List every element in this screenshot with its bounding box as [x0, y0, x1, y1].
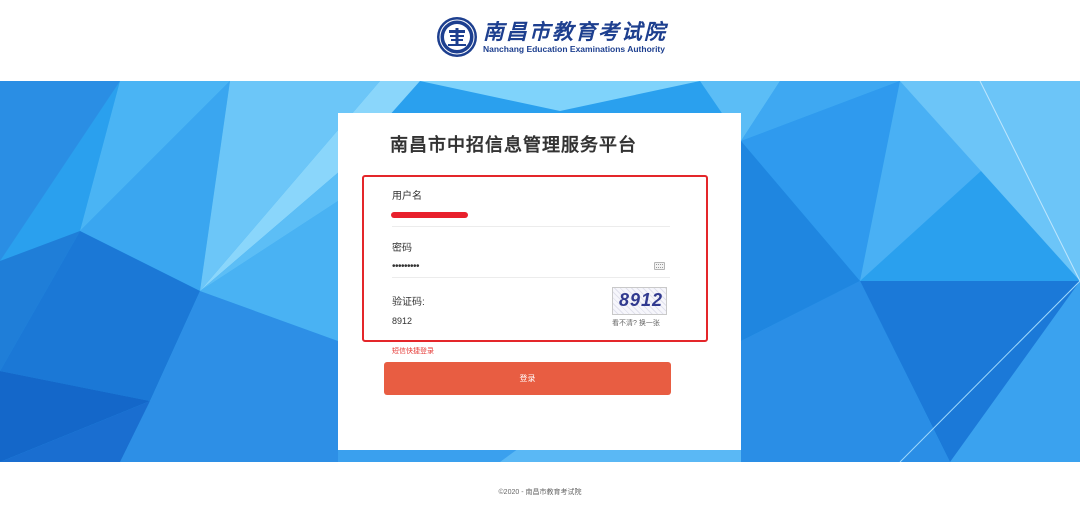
captcha-image-text: 8912 — [619, 290, 664, 310]
logo: 南昌市教育考试院 Nanchang Education Examinations… — [436, 16, 667, 58]
password-label: 密码 — [392, 243, 412, 254]
username-underline — [392, 226, 670, 227]
login-card: 南昌市中招信息管理服务平台 — [338, 113, 741, 450]
logo-english-name: Nanchang Education Examinations Authorit… — [483, 43, 665, 54]
captcha-refresh-link[interactable]: 看不清? 换一张 — [612, 318, 660, 328]
keyboard-icon[interactable] — [654, 262, 665, 270]
captcha-label: 验证码: — [392, 297, 425, 308]
captcha-input[interactable]: 8912 — [392, 316, 412, 326]
login-button[interactable]: 登录 — [384, 362, 671, 395]
emblem-icon — [437, 17, 477, 57]
copyright-text: ©2020 - 南昌市教育考试院 — [498, 489, 582, 496]
captcha-image[interactable]: 8912 — [612, 287, 667, 315]
password-input[interactable]: ••••••••• — [392, 261, 420, 272]
platform-title: 南昌市中招信息管理服务平台 — [390, 135, 637, 155]
username-label: 用户名 — [392, 191, 422, 202]
footer: ©2020 - 南昌市教育考试院 — [0, 462, 1080, 519]
logo-chinese-name: 南昌市教育考试院 — [483, 18, 667, 44]
header: 南昌市教育考试院 Nanchang Education Examinations… — [0, 0, 1080, 81]
sms-login-link[interactable]: 短信快捷登录 — [392, 346, 434, 356]
username-input[interactable] — [391, 212, 468, 218]
password-underline — [392, 277, 670, 278]
